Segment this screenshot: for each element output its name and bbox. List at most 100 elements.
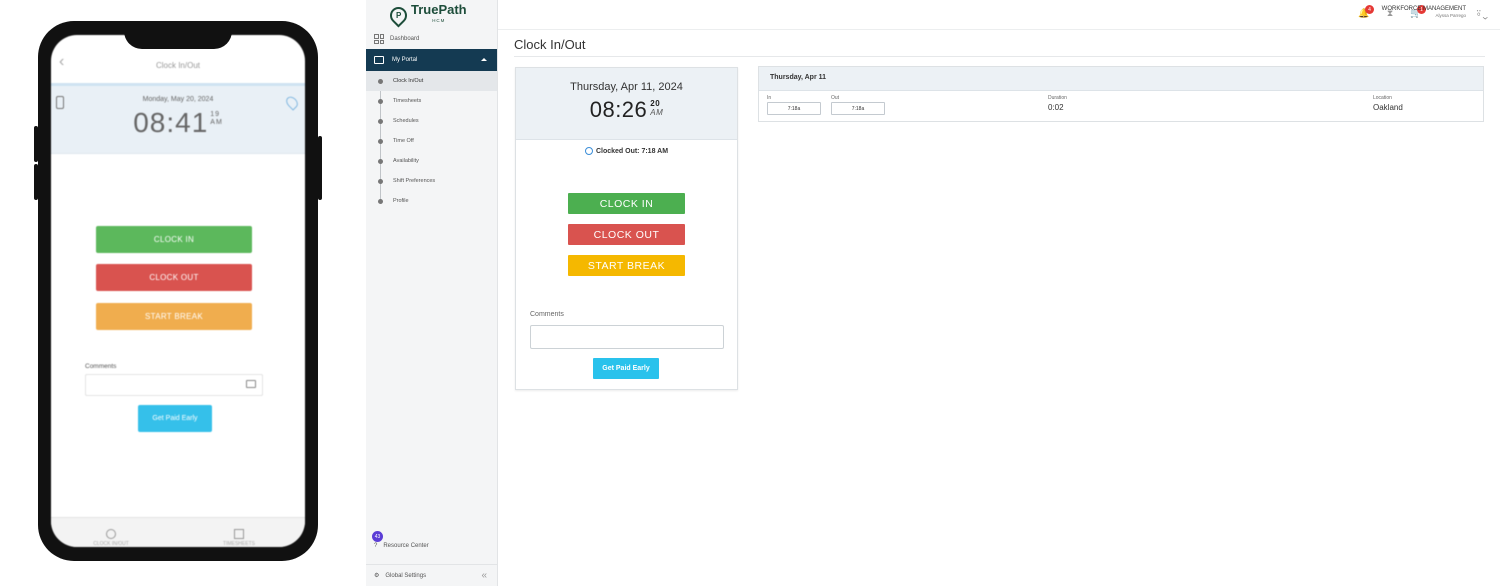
shift-out-column: Out 7:18a [831,95,885,115]
app-logo[interactable]: P TruePath HCM [366,0,497,30]
phone-time-value: 08:41 [133,107,209,138]
phone-seconds: 19 AM [210,111,223,127]
resource-center-badge: 43 [372,531,383,542]
sidebar-item-label: Clock In/Out [393,78,424,84]
current-date: Thursday, Apr 11, 2024 [570,81,683,93]
seconds-value: 20 [650,99,661,108]
phone-tab-timesheets[interactable]: TIMESHEETS [209,529,269,547]
truepath-logo-icon: P [386,2,411,28]
sidebar-item-label: Schedules [393,118,419,124]
phone-volume-down [34,164,38,200]
bullet-icon [378,119,383,124]
resource-center-link[interactable]: ? Resource Center [374,543,429,549]
current-seconds: 20 AM [650,99,663,117]
clock-in-button[interactable]: CLOCK IN [568,193,685,214]
sidebar-item-label: Shift Preferences [393,178,436,184]
phone-comments-input[interactable] [85,374,263,396]
sidebar-item-dashboard[interactable]: Dashboard [366,30,497,48]
phone-clock-in-button[interactable]: CLOCK IN [96,226,252,253]
sidebar-item-clock-in-out[interactable]: Clock In/Out [366,71,497,91]
phone-tab-bar: CLOCK IN/OUT TIMESHEETS [51,517,305,547]
gear-icon: ⚙ [374,573,380,579]
comments-input[interactable] [530,325,724,349]
clock-out-button[interactable]: CLOCK OUT [568,224,685,245]
phone-get-paid-early-button[interactable]: Get Paid Early [138,405,212,432]
notifications-badge: 4 [1365,5,1374,14]
clock-card-header: Thursday, Apr 11, 2024 08:26 20 AM [516,68,737,140]
calendar-icon [234,529,244,539]
bullet-icon [378,179,383,184]
clocked-status: Clocked Out: 7:18 AM [516,147,737,155]
get-paid-early-button[interactable]: Get Paid Early [593,358,659,379]
sidebar-item-schedules[interactable]: Schedules [366,111,497,131]
shift-location-label: Location [1373,95,1392,101]
user-avatar-icon[interactable]: ⍤⌄ [1475,6,1488,21]
phone-seconds-value: 19 [210,111,221,118]
sidebar-item-label: Timesheets [393,98,422,104]
monitor-icon [374,56,384,64]
page-title: Clock In/Out [514,37,586,52]
bullet-icon [378,139,383,144]
sidebar: P TruePath HCM Dashboard My Portal Clock… [366,0,498,586]
sidebar-item-label: Availability [393,158,419,164]
title-divider [514,56,1485,57]
comment-icon[interactable] [246,380,256,388]
phone-power-button [318,136,322,200]
sidebar-item-my-portal[interactable]: My Portal [366,49,497,71]
phone-tab-clock[interactable]: CLOCK IN/OUT [81,529,141,547]
clock-icon [106,529,116,539]
comments-label: Comments [530,311,564,318]
phone-ampm: AM [210,119,223,126]
shift-location-value: Oakland [1373,103,1403,112]
top-bar: 🔔 4 ⧗ 🛒 1 WORKFORCE MANAGEMENT Alyssa Parr… [498,0,1500,30]
current-time: 08:26 20 AM [516,97,737,123]
back-arrow-icon[interactable]: ‹ [59,53,64,71]
bullet-icon [378,159,383,164]
phone-clock-out-button[interactable]: CLOCK OUT [96,264,252,291]
web-app: P TruePath HCM Dashboard My Portal Clock… [366,0,1500,586]
phone-tab-timesheets-label: TIMESHEETS [223,541,255,547]
clock-card: Thursday, Apr 11, 2024 08:26 20 AM Clocked… [515,67,738,390]
notifications-bell-icon[interactable]: 🔔 4 [1358,5,1374,19]
shift-summary-card: Thursday, Apr 11 In 7:18a Out 7:18a Dura… [758,66,1484,122]
phone-tab-clock-label: CLOCK IN/OUT [93,541,129,547]
logo-wordmark: TruePath HCM [411,3,467,26]
shift-in-label: In [767,95,772,101]
phone-start-break-button[interactable]: START BREAK [96,303,252,330]
phone-date: Monday, May 20, 2024 [142,96,214,103]
shift-duration-value: 0:02 [1048,103,1064,112]
sidebar-item-time-off[interactable]: Time Off [366,131,497,151]
shift-date-header: Thursday, Apr 11 [759,67,1483,91]
shift-in-column: In 7:18a [767,95,821,115]
phone-time: 08:41 19 AM [51,107,305,139]
caret-up-icon [481,58,487,61]
screenshot-root: ‹ Clock In/Out Monday, May 20, 2024 08:4… [0,0,1500,586]
shift-location-column: Location Oakland [1373,95,1403,112]
shift-in-field[interactable]: 7:18a [767,102,821,115]
sidebar-item-timesheets[interactable]: Timesheets [366,91,497,111]
shift-duration-label: Duration [1048,95,1067,101]
sidebar-item-profile[interactable]: Profile [366,191,497,211]
resource-center-label: Resource Center [383,543,429,549]
shift-out-label: Out [831,95,840,101]
global-settings-link[interactable]: ⚙ Global Settings « [366,564,497,586]
shift-out-field[interactable]: 7:18a [831,102,885,115]
start-break-button[interactable]: START BREAK [568,255,685,276]
sidebar-item-label: Time Off [393,138,414,144]
sidebar-item-availability[interactable]: Availability [366,151,497,171]
shift-duration-column: Duration 0:02 [1048,95,1067,112]
bullet-icon [378,199,383,204]
sidebar-item-shift-preferences[interactable]: Shift Preferences [366,171,497,191]
collapse-sidebar-icon[interactable]: « [481,570,487,581]
phone-datetime-panel: Monday, May 20, 2024 08:41 19 AM [51,86,305,154]
user-role-title: WORKFORCE MANAGEMENT [1381,6,1466,12]
global-settings-label: Global Settings [385,572,427,579]
phone-volume-up [34,126,38,162]
phone-mockup: ‹ Clock In/Out Monday, May 20, 2024 08:4… [34,21,322,561]
phone-screen: ‹ Clock In/Out Monday, May 20, 2024 08:4… [51,35,305,547]
user-menu[interactable]: WORKFORCE MANAGEMENT Alyssa Parrego [1382,6,1466,18]
current-time-value: 08:26 [589,97,648,122]
my-portal-subnav: Clock In/Out Timesheets Schedules Time O… [366,71,497,211]
phone-header-title: Clock In/Out [155,60,200,70]
clocked-status-text: Clocked Out: 7:18 AM [595,147,669,155]
